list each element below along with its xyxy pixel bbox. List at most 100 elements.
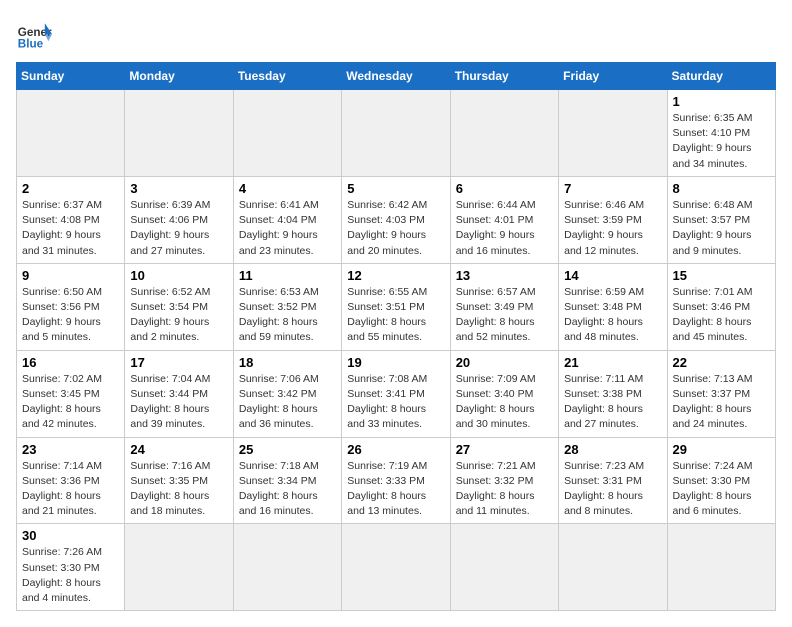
- day-number: 5: [347, 181, 444, 196]
- day-info: Sunrise: 6:41 AM Sunset: 4:04 PM Dayligh…: [239, 198, 336, 259]
- calendar-cell: 22Sunrise: 7:13 AM Sunset: 3:37 PM Dayli…: [667, 350, 775, 437]
- week-row-3: 9 Sunrise: 6:50 AM Sunset: 3:56 PM Daylig…: [17, 263, 776, 350]
- day-number: 29: [673, 442, 770, 457]
- calendar-cell: [17, 90, 125, 177]
- day-info: Sunrise: 7:16 AM Sunset: 3:35 PM Dayligh…: [130, 459, 227, 520]
- day-info: Sunrise: 6:44 AM Sunset: 4:01 PM Dayligh…: [456, 198, 553, 259]
- day-number: 25: [239, 442, 336, 457]
- week-row-4: 16Sunrise: 7:02 AM Sunset: 3:45 PM Dayli…: [17, 350, 776, 437]
- calendar-cell: 2 Sunrise: 6:37 AM Sunset: 4:08 PM Daylig…: [17, 176, 125, 263]
- calendar-cell: 13Sunrise: 6:57 AM Sunset: 3:49 PM Dayli…: [450, 263, 558, 350]
- day-info: Sunrise: 7:23 AM Sunset: 3:31 PM Dayligh…: [564, 459, 661, 520]
- day-number: 1: [673, 94, 770, 109]
- day-info: Sunrise: 7:18 AM Sunset: 3:34 PM Dayligh…: [239, 459, 336, 520]
- week-row-2: 2 Sunrise: 6:37 AM Sunset: 4:08 PM Daylig…: [17, 176, 776, 263]
- day-info: Sunrise: 7:04 AM Sunset: 3:44 PM Dayligh…: [130, 372, 227, 433]
- calendar-cell: [125, 90, 233, 177]
- calendar-cell: [559, 90, 667, 177]
- day-number: 4: [239, 181, 336, 196]
- day-number: 8: [673, 181, 770, 196]
- day-number: 28: [564, 442, 661, 457]
- day-number: 6: [456, 181, 553, 196]
- calendar-cell: 27 Sunrise: 7:21 AM Sunset: 3:32 PM Dayli…: [450, 437, 558, 524]
- day-info: Sunrise: 7:14 AM Sunset: 3:36 PM Dayligh…: [22, 459, 119, 520]
- calendar-cell: 3 Sunrise: 6:39 AM Sunset: 4:06 PM Daylig…: [125, 176, 233, 263]
- calendar-cell: [559, 524, 667, 611]
- day-number: 13: [456, 268, 553, 283]
- weekday-header-saturday: Saturday: [667, 63, 775, 90]
- day-number: 14: [564, 268, 661, 283]
- day-info: Sunrise: 7:02 AM Sunset: 3:45 PM Dayligh…: [22, 372, 119, 433]
- day-info: Sunrise: 7:09 AM Sunset: 3:40 PM Dayligh…: [456, 372, 553, 433]
- day-info: Sunrise: 6:59 AM Sunset: 3:48 PM Dayligh…: [564, 285, 661, 346]
- calendar-cell: 4 Sunrise: 6:41 AM Sunset: 4:04 PM Daylig…: [233, 176, 341, 263]
- day-number: 21: [564, 355, 661, 370]
- week-row-6: 30Sunrise: 7:26 AM Sunset: 3:30 PM Dayli…: [17, 524, 776, 611]
- svg-text:Blue: Blue: [18, 38, 44, 51]
- calendar-cell: 25 Sunrise: 7:18 AM Sunset: 3:34 PM Dayli…: [233, 437, 341, 524]
- calendar-cell: 6 Sunrise: 6:44 AM Sunset: 4:01 PM Daylig…: [450, 176, 558, 263]
- weekday-header-wednesday: Wednesday: [342, 63, 450, 90]
- weekday-header-monday: Monday: [125, 63, 233, 90]
- day-info: Sunrise: 6:39 AM Sunset: 4:06 PM Dayligh…: [130, 198, 227, 259]
- day-number: 24: [130, 442, 227, 457]
- day-info: Sunrise: 7:21 AM Sunset: 3:32 PM Dayligh…: [456, 459, 553, 520]
- calendar-cell: 1 Sunrise: 6:35 AM Sunset: 4:10 PM Daylig…: [667, 90, 775, 177]
- calendar-cell: [450, 524, 558, 611]
- day-number: 11: [239, 268, 336, 283]
- day-number: 19: [347, 355, 444, 370]
- day-number: 10: [130, 268, 227, 283]
- day-number: 17: [130, 355, 227, 370]
- day-info: Sunrise: 6:52 AM Sunset: 3:54 PM Dayligh…: [130, 285, 227, 346]
- week-row-1: 1 Sunrise: 6:35 AM Sunset: 4:10 PM Daylig…: [17, 90, 776, 177]
- day-info: Sunrise: 6:48 AM Sunset: 3:57 PM Dayligh…: [673, 198, 770, 259]
- week-row-5: 23 Sunrise: 7:14 AM Sunset: 3:36 PM Dayli…: [17, 437, 776, 524]
- day-number: 7: [564, 181, 661, 196]
- calendar-cell: 10 Sunrise: 6:52 AM Sunset: 3:54 PM Dayli…: [125, 263, 233, 350]
- calendar-cell: [450, 90, 558, 177]
- calendar-cell: [125, 524, 233, 611]
- day-number: 2: [22, 181, 119, 196]
- day-info: Sunrise: 6:35 AM Sunset: 4:10 PM Dayligh…: [673, 111, 770, 172]
- day-number: 20: [456, 355, 553, 370]
- calendar-cell: 8 Sunrise: 6:48 AM Sunset: 3:57 PM Daylig…: [667, 176, 775, 263]
- calendar-cell: 16Sunrise: 7:02 AM Sunset: 3:45 PM Dayli…: [17, 350, 125, 437]
- calendar-cell: [667, 524, 775, 611]
- day-info: Sunrise: 7:19 AM Sunset: 3:33 PM Dayligh…: [347, 459, 444, 520]
- day-number: 9: [22, 268, 119, 283]
- calendar-cell: 29 Sunrise: 7:24 AM Sunset: 3:30 PM Dayli…: [667, 437, 775, 524]
- calendar-cell: 19 Sunrise: 7:08 AM Sunset: 3:41 PM Dayli…: [342, 350, 450, 437]
- calendar-cell: [233, 524, 341, 611]
- day-info: Sunrise: 7:13 AM Sunset: 3:37 PM Dayligh…: [673, 372, 770, 433]
- calendar-cell: 15Sunrise: 7:01 AM Sunset: 3:46 PM Dayli…: [667, 263, 775, 350]
- calendar-cell: 28 Sunrise: 7:23 AM Sunset: 3:31 PM Dayli…: [559, 437, 667, 524]
- calendar-cell: 21 Sunrise: 7:11 AM Sunset: 3:38 PM Dayli…: [559, 350, 667, 437]
- calendar-cell: 7Sunrise: 6:46 AM Sunset: 3:59 PM Daylig…: [559, 176, 667, 263]
- day-number: 3: [130, 181, 227, 196]
- logo: General Blue: [16, 16, 52, 52]
- calendar-cell: 30Sunrise: 7:26 AM Sunset: 3:30 PM Dayli…: [17, 524, 125, 611]
- weekday-header-tuesday: Tuesday: [233, 63, 341, 90]
- weekday-header-sunday: Sunday: [17, 63, 125, 90]
- day-info: Sunrise: 7:08 AM Sunset: 3:41 PM Dayligh…: [347, 372, 444, 433]
- calendar-cell: [342, 524, 450, 611]
- day-info: Sunrise: 6:37 AM Sunset: 4:08 PM Dayligh…: [22, 198, 119, 259]
- logo-icon: General Blue: [16, 16, 52, 52]
- day-info: Sunrise: 7:24 AM Sunset: 3:30 PM Dayligh…: [673, 459, 770, 520]
- day-info: Sunrise: 6:50 AM Sunset: 3:56 PM Dayligh…: [22, 285, 119, 346]
- day-number: 27: [456, 442, 553, 457]
- weekday-header-thursday: Thursday: [450, 63, 558, 90]
- day-info: Sunrise: 6:55 AM Sunset: 3:51 PM Dayligh…: [347, 285, 444, 346]
- calendar-cell: 5 Sunrise: 6:42 AM Sunset: 4:03 PM Daylig…: [342, 176, 450, 263]
- weekday-header-friday: Friday: [559, 63, 667, 90]
- day-info: Sunrise: 7:11 AM Sunset: 3:38 PM Dayligh…: [564, 372, 661, 433]
- day-number: 23: [22, 442, 119, 457]
- header: General Blue: [16, 16, 776, 52]
- day-info: Sunrise: 7:26 AM Sunset: 3:30 PM Dayligh…: [22, 545, 119, 606]
- calendar-cell: [342, 90, 450, 177]
- calendar-cell: 26Sunrise: 7:19 AM Sunset: 3:33 PM Dayli…: [342, 437, 450, 524]
- day-info: Sunrise: 7:01 AM Sunset: 3:46 PM Dayligh…: [673, 285, 770, 346]
- calendar-cell: 17 Sunrise: 7:04 AM Sunset: 3:44 PM Dayli…: [125, 350, 233, 437]
- calendar-cell: 9 Sunrise: 6:50 AM Sunset: 3:56 PM Daylig…: [17, 263, 125, 350]
- day-info: Sunrise: 6:42 AM Sunset: 4:03 PM Dayligh…: [347, 198, 444, 259]
